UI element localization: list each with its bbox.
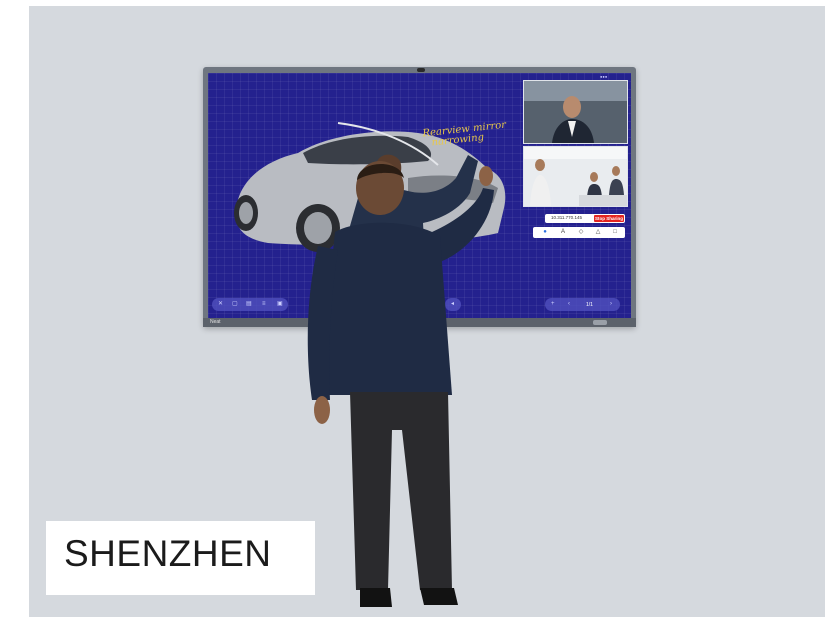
pen-dot-icon[interactable]: ● bbox=[541, 229, 549, 236]
save-icon[interactable]: □ bbox=[611, 229, 619, 236]
next-page-icon[interactable]: › bbox=[610, 299, 612, 309]
close-icon[interactable]: ✕ bbox=[218, 299, 223, 309]
expand-icon[interactable]: ◂ bbox=[451, 299, 454, 309]
video-tile-remote-2[interactable] bbox=[523, 146, 628, 207]
volume-slider[interactable] bbox=[593, 320, 607, 325]
stop-sharing-button[interactable]: Stop Sharing bbox=[594, 215, 624, 222]
location-label: SHENZHEN bbox=[64, 533, 272, 574]
folder-icon[interactable]: ▤ bbox=[246, 299, 252, 309]
brand-logo: Neat bbox=[210, 319, 221, 325]
remote-participant-2 bbox=[524, 147, 627, 206]
new-page-icon[interactable]: ▢ bbox=[232, 299, 238, 309]
prev-page-icon[interactable]: ‹ bbox=[568, 299, 570, 309]
page-indicator: 1/1 bbox=[586, 302, 593, 308]
eraser-icon[interactable]: ◇ bbox=[577, 229, 585, 236]
add-page-icon[interactable]: + bbox=[551, 299, 555, 309]
board-bezel bbox=[203, 318, 636, 327]
share-address: 10.311.770.145 bbox=[551, 215, 582, 220]
shape-icon[interactable]: △ bbox=[594, 229, 602, 236]
remote-participant-1 bbox=[524, 81, 627, 143]
text-icon[interactable]: A bbox=[559, 229, 567, 236]
page-navigator bbox=[545, 298, 620, 311]
camera-icon bbox=[417, 68, 425, 72]
status-indicator: ●●● bbox=[600, 74, 608, 79]
save-icon[interactable]: ▣ bbox=[277, 299, 283, 309]
menu-icon[interactable]: ≡ bbox=[262, 299, 266, 309]
video-tile-remote-1[interactable] bbox=[523, 80, 628, 144]
